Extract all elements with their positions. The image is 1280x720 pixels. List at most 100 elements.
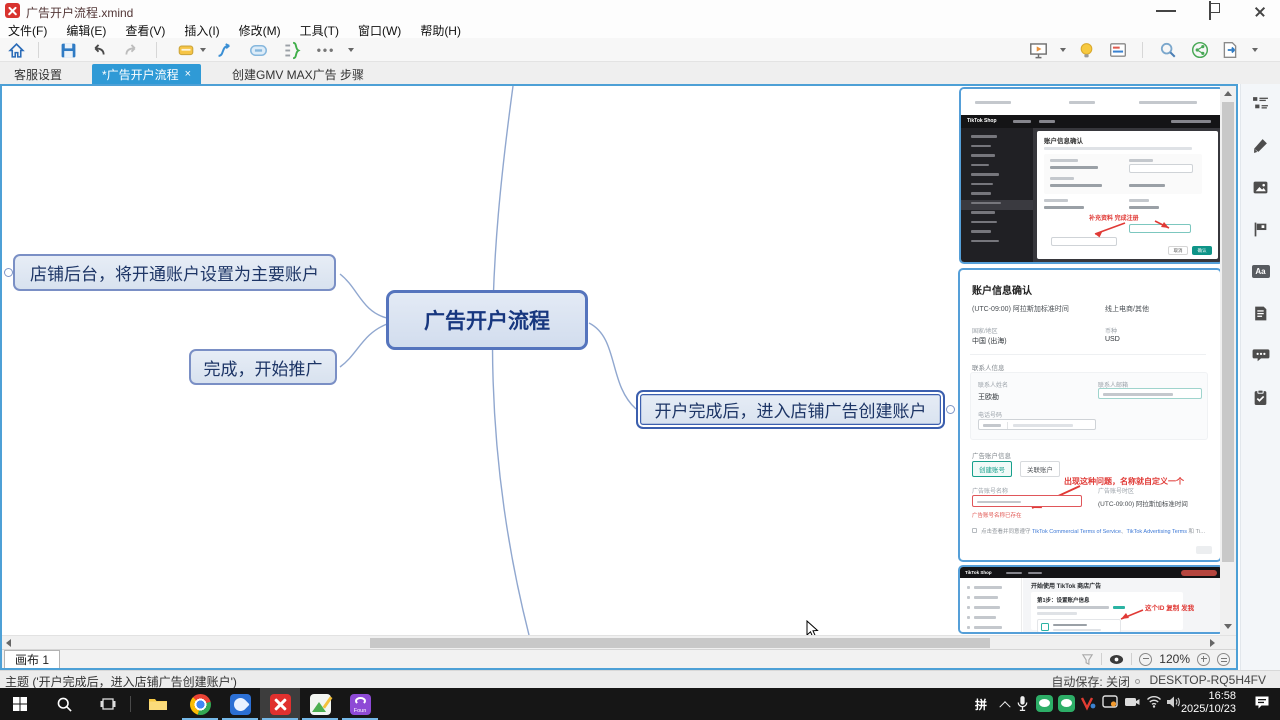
topic-text: 开户完成后，进入店铺广告创建账户 [655,397,927,422]
red-v-tray-button[interactable] [1080,695,1096,711]
menu-help[interactable]: 帮助(H) [420,22,461,39]
horizontal-scrollbar[interactable] [2,635,1236,649]
taskbar-search-button[interactable] [44,688,84,720]
red-v-icon [1080,695,1096,711]
more-button[interactable]: ••• [316,40,336,60]
undo-button[interactable] [88,40,108,60]
terms-checkbox[interactable] [972,528,977,533]
scroll-left-icon[interactable] [6,639,11,647]
menu-edit[interactable]: 编辑(E) [66,22,106,39]
zoom-in-icon[interactable] [1197,653,1210,666]
close-button[interactable] [1232,0,1276,22]
scroll-up-icon[interactable] [1224,91,1232,96]
taskbar-clock[interactable]: 16:58 2025/10/23 [1181,690,1236,716]
filter-icon[interactable] [1081,653,1094,666]
confirm-button[interactable]: 确认 [1192,246,1212,255]
label-panel-button[interactable]: Aa [1252,262,1270,280]
menu-insert[interactable]: 插入(I) [184,22,219,39]
presentation-button[interactable] [1028,40,1048,60]
horizontal-scroll-thumb[interactable] [370,638,990,648]
cancel-button[interactable]: 取消 [1168,246,1188,255]
relationship-button[interactable] [214,40,234,60]
blue-swirl-app-button[interactable] [220,688,260,720]
menu-window[interactable]: 窗口(W) [358,22,401,39]
wechat-tray-button[interactable] [1036,695,1053,712]
marker-panel-button[interactable] [1252,220,1270,238]
ime-indicator[interactable]: 拼 [972,695,990,713]
mindmap-canvas[interactable]: 店铺后台，将开通账户设置为主要账户 完成，开始推广 广告开户流程 开户完成后，进… [2,86,1236,635]
boundary-button[interactable] [248,40,268,60]
lightbulb-button[interactable] [1076,40,1096,60]
redo-button[interactable] [122,40,142,60]
menu-modify[interactable]: 修改(M) [239,22,281,39]
scroll-right-icon[interactable] [1210,639,1215,647]
minimize-button[interactable] [1144,0,1188,22]
zoom-out-icon[interactable] [1139,653,1152,666]
vertical-scroll-thumb[interactable] [1222,102,1234,562]
wifi-tray-button[interactable] [1146,695,1162,708]
xmind-taskbar-button[interactable] [260,688,300,720]
menu-bar: 文件(F) 编辑(E) 查看(V) 插入(I) 修改(M) 工具(T) 窗口(W… [0,22,1280,38]
wechat2-tray-button[interactable] [1058,695,1075,712]
more-dropdown-caret-icon[interactable] [348,48,354,52]
summary-button[interactable] [282,40,302,60]
volume-tray-button[interactable] [1166,695,1181,709]
topic-start-promo[interactable]: 完成，开始推广 [189,349,337,385]
action-center-button[interactable] [1254,695,1270,710]
collapse-handle[interactable] [4,268,13,277]
attached-screenshot-get-started[interactable]: TikTok Shop 开始使用 TikTok 商店广告 第1步：设置账户信息 [958,565,1224,634]
eye-icon[interactable] [1109,654,1124,665]
terms-link[interactable]: TikTok Advertising Terms [1126,529,1187,535]
tab-ad-account-flow[interactable]: *广告开户流程× [92,64,201,84]
terms-link[interactable]: TikTok Commercial Terms of Service [1032,529,1121,535]
screen-app-tray-button[interactable] [1102,695,1118,709]
chrome-button[interactable] [180,688,220,720]
tab-close-icon[interactable]: × [185,68,191,80]
vertical-scrollbar[interactable] [1220,86,1236,635]
foun-app-button[interactable]: Foun [340,688,380,720]
tray-overflow-button[interactable] [998,695,1012,713]
attached-screenshot-seller-center[interactable]: TikTok Shop 账户信息确认 [959,87,1224,264]
zoom-fit-icon[interactable] [1217,653,1230,666]
tab-gmv-max-steps[interactable]: 创建GMV MAX广告 步骤 [222,64,374,84]
file-explorer-button[interactable] [138,688,178,720]
ad-name-input[interactable] [972,495,1082,507]
topic-open-account-selected[interactable]: 开户完成后，进入店铺广告创建账户 [636,390,945,429]
export-button[interactable] [1220,40,1240,60]
share-button[interactable] [1190,40,1210,60]
tab-customer-service[interactable]: 客服设置 [4,64,72,84]
image-panel-button[interactable] [1252,178,1270,196]
start-button[interactable] [0,688,40,720]
notes-panel-button[interactable] [1252,304,1270,322]
camera-tray-button[interactable] [1124,695,1140,708]
image-viewer-button[interactable] [300,688,340,720]
presentation-caret-icon[interactable] [1060,48,1066,52]
style-dropdown-caret-icon[interactable] [200,48,206,52]
save-button[interactable] [58,40,78,60]
collapse-handle[interactable] [946,405,955,414]
menu-view[interactable]: 查看(V) [125,22,165,39]
terms-suffix: 和 Ti… [1187,529,1205,535]
canvas-frame: 店铺后台，将开通账户设置为主要账户 完成，开始推广 广告开户流程 开户完成后，进… [0,84,1238,670]
style-button[interactable] [176,40,196,60]
attached-screenshot-account-form[interactable]: 账户信息确认 (UTC-09:00) 阿拉斯加标准时间 线上电商/其他 国家/地… [958,268,1222,562]
menu-tools[interactable]: 工具(T) [300,22,339,39]
comments-panel-button[interactable] [1252,346,1270,364]
task-view-button[interactable] [88,688,128,720]
restore-button[interactable] [1188,0,1232,22]
status-panel-button[interactable] [1108,40,1128,60]
scroll-down-icon[interactable] [1224,624,1232,629]
central-topic[interactable]: 广告开户流程 [386,290,588,350]
menu-file[interactable]: 文件(F) [8,22,47,39]
search-button[interactable] [1158,40,1178,60]
export-caret-icon[interactable] [1252,48,1258,52]
tasks-panel-button[interactable] [1252,388,1270,406]
microphone-tray-button[interactable] [1016,695,1029,712]
home-button[interactable] [6,40,26,60]
blurred-text-line [974,596,998,599]
more-icon: ••• [317,43,336,57]
outline-panel-button[interactable] [1252,94,1270,112]
topic-store-backend[interactable]: 店铺后台，将开通账户设置为主要账户 [13,254,336,291]
format-panel-button[interactable] [1252,136,1270,154]
sheet-tab-canvas1[interactable]: 画布 1 [4,650,60,668]
